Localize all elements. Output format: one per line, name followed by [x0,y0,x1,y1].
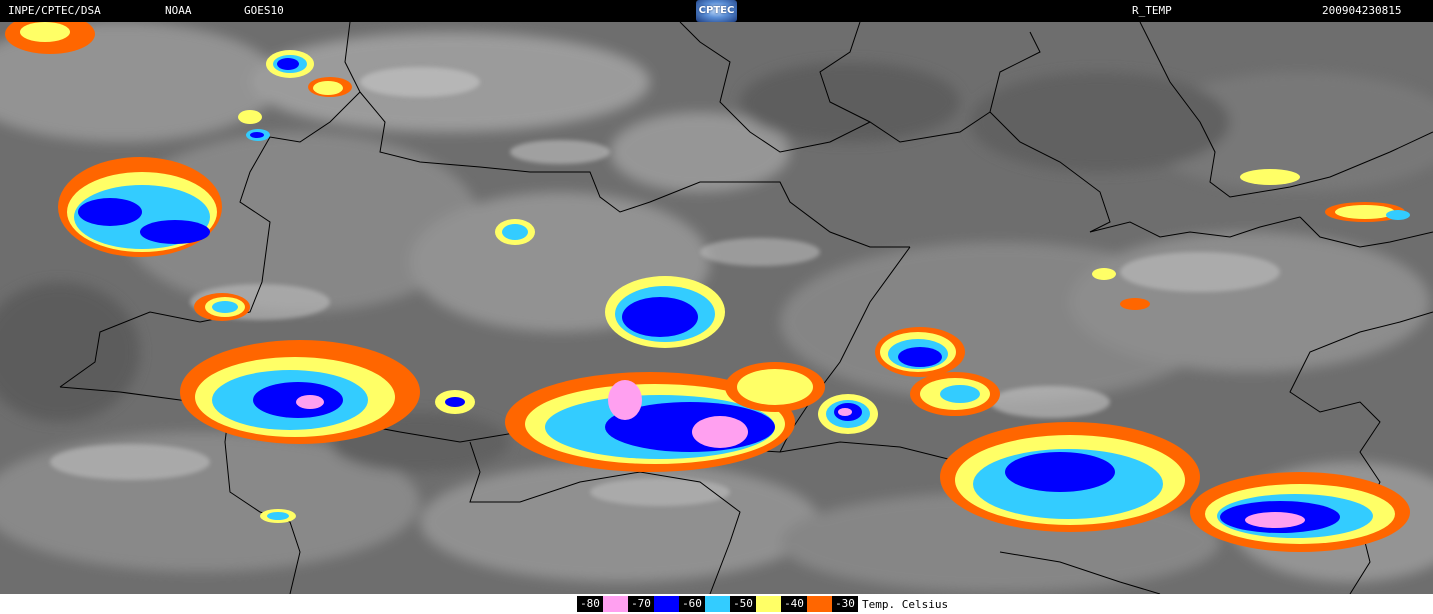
legend-item: -30 [832,596,858,612]
satellite-label: GOES10 [244,4,284,17]
agency-label: NOAA [165,4,192,17]
legend-item: -60 [679,596,730,612]
legend-value: -30 [832,596,858,612]
satellite-image-frame: INPE/CPTEC/DSA NOAA GOES10 CPTEC R_TEMP … [0,0,1433,614]
legend-swatch [603,596,628,612]
legend-swatch [807,596,832,612]
legend-unit: Temp. Celsius [862,597,949,611]
legend-value: -60 [679,596,705,612]
legend-swatch [756,596,781,612]
header-bar: INPE/CPTEC/DSA NOAA GOES10 CPTEC R_TEMP … [0,0,1433,22]
cptec-logo: CPTEC [696,0,737,22]
temperature-legend: -80 -70 -60 -50 -40 -30 Temp. Celsius [577,596,948,612]
infrared-map-svg [0,22,1433,594]
institution-label: INPE/CPTEC/DSA [8,4,101,17]
legend-item: -40 [781,596,832,612]
product-label: R_TEMP [1132,4,1172,17]
legend-value: -40 [781,596,807,612]
legend-item: -80 [577,596,628,612]
legend-swatch [705,596,730,612]
legend-value: -70 [628,596,654,612]
legend-item: -70 [628,596,679,612]
satellite-map [0,22,1433,594]
legend-swatch [654,596,679,612]
timestamp-label: 200904230815 [1322,4,1402,17]
legend-value: -80 [577,596,603,612]
legend-value: -50 [730,596,756,612]
legend-item: -50 [730,596,781,612]
